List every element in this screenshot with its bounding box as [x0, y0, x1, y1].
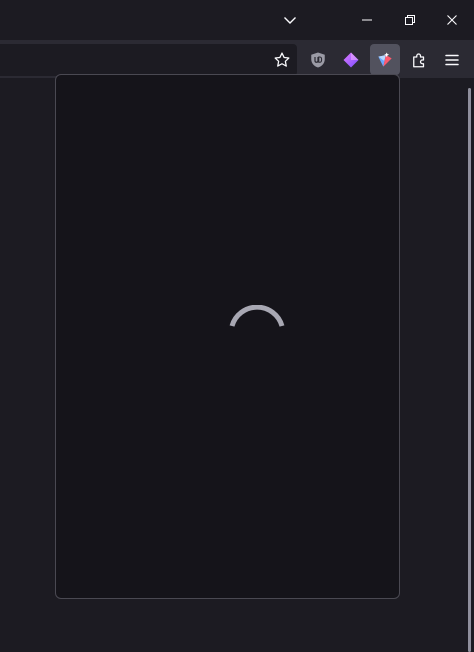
extension-popup-panel — [55, 74, 400, 599]
open-application-menu-button[interactable] — [437, 44, 467, 75]
restore-button[interactable] — [389, 0, 431, 40]
minimize-icon — [362, 19, 372, 21]
url-bar[interactable] — [0, 44, 297, 76]
puzzle-piece-icon — [413, 52, 425, 67]
hamburger-menu-icon — [445, 54, 459, 65]
chevron-down-icon — [284, 17, 296, 24]
title-bar — [0, 0, 474, 40]
star-icon — [274, 51, 290, 67]
active-extension-icon — [378, 52, 392, 67]
purple-diamond-icon — [343, 52, 359, 67]
extensions-button[interactable] — [404, 44, 434, 75]
restore-icon — [405, 15, 415, 25]
page-scrollbar[interactable] — [468, 88, 471, 652]
minimize-button[interactable] — [346, 0, 388, 40]
bookmark-page-button[interactable] — [267, 44, 297, 75]
ublock-origin-icon — [311, 52, 325, 67]
list-all-tabs-button[interactable] — [269, 0, 311, 40]
ublock-origin-button[interactable] — [303, 44, 333, 75]
purple-extension-button[interactable] — [336, 44, 366, 75]
close-icon — [447, 15, 457, 25]
loading-spinner-icon — [229, 305, 285, 327]
active-extension-button[interactable] — [370, 44, 400, 75]
close-button[interactable] — [431, 0, 473, 40]
